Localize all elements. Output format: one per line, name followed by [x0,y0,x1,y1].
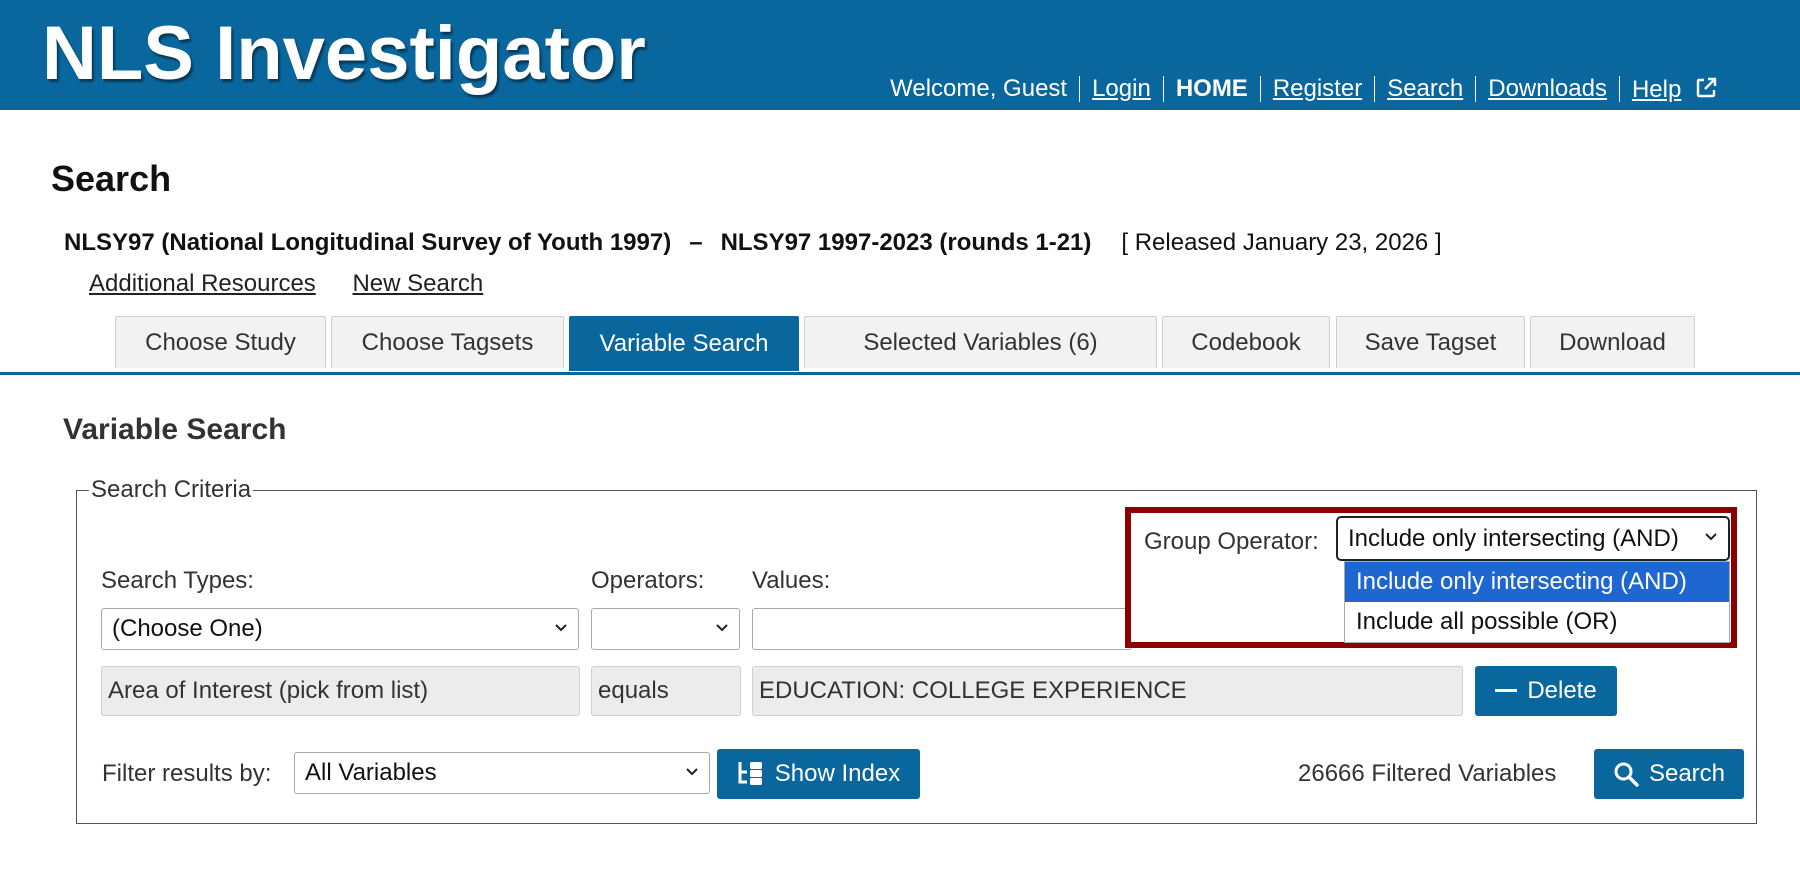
group-operator-dropdown: Include only intersecting (AND) Include … [1344,561,1730,643]
nav-help-item[interactable]: Help [1620,76,1730,103]
tab-variable-search[interactable]: Variable Search [569,316,799,371]
search-criteria-legend: Search Criteria [89,476,254,504]
group-operator-value: Include only intersecting (AND) [1348,524,1679,552]
new-search-link[interactable]: New Search [352,270,483,297]
nav-register[interactable]: Register [1261,76,1376,102]
release-date: [ Released January 23, 2026 ] [1121,229,1442,256]
additional-resources-link[interactable]: Additional Resources [89,270,316,297]
tab-choose-tagsets[interactable]: Choose Tagsets [331,316,564,368]
search-type-select[interactable]: (Choose One) [101,608,579,650]
option-or[interactable]: Include all possible (OR) [1345,602,1729,642]
operator-select[interactable] [591,608,740,650]
chevron-down-icon [686,768,698,776]
show-index-button[interactable]: Show Index [717,749,920,799]
group-operator-select[interactable]: Include only intersecting (AND) [1336,516,1730,561]
study-info: NLSY97 (National Longitudinal Survey of … [64,229,1442,257]
nav-help[interactable]: Help [1632,76,1681,103]
filter-value: All Variables [305,759,437,786]
tab-selected-variables[interactable]: Selected Variables (6) [804,316,1157,368]
criterion-value: EDUCATION: COLLEGE EXPERIENCE [752,666,1463,716]
study-separator: – [689,229,703,256]
search-button[interactable]: Search [1594,749,1744,799]
chevron-down-icon [716,624,728,632]
nav-home[interactable]: HOME [1164,76,1261,102]
tab-save-tagset[interactable]: Save Tagset [1336,316,1525,368]
show-index-label: Show Index [774,760,901,787]
welcome-text: Welcome, Guest [878,76,1081,102]
section-title: Variable Search [63,413,287,446]
tab-codebook[interactable]: Codebook [1162,316,1330,368]
external-link-icon [1696,77,1717,97]
values-label: Values: [752,567,831,594]
study-release: NLSY97 1997-2023 (rounds 1-21) [720,229,1092,256]
search-types-label: Search Types: [101,567,254,594]
nav-login[interactable]: Login [1080,76,1164,102]
page-title: Search [51,158,172,199]
delete-button-label: Delete [1527,677,1597,704]
values-input[interactable] [752,608,1132,650]
top-navigation: Welcome, Guest Login HOME Register Searc… [878,72,1730,106]
app-title: NLS Investigator [42,11,646,96]
nav-downloads[interactable]: Downloads [1476,76,1620,102]
study-name: NLSY97 (National Longitudinal Survey of … [64,229,672,256]
criterion-type: Area of Interest (pick from list) [101,666,580,716]
delete-button[interactable]: Delete [1475,666,1617,716]
filtered-count: 26666 Filtered Variables [1298,760,1557,787]
search-icon [1614,762,1639,787]
nav-search[interactable]: Search [1375,76,1477,102]
criterion-operator: equals [591,666,741,716]
chevron-down-icon [1705,533,1717,541]
option-and[interactable]: Include only intersecting (AND) [1345,562,1729,602]
tree-index-icon [738,762,762,785]
minus-icon [1495,689,1518,692]
filter-select[interactable]: All Variables [294,752,710,794]
search-type-value: (Choose One) [112,615,263,642]
tab-choose-study[interactable]: Choose Study [115,316,326,368]
search-button-label: Search [1648,760,1726,787]
group-operator-label: Group Operator: [1144,528,1319,555]
tab-download[interactable]: Download [1530,316,1695,368]
operators-label: Operators: [591,567,705,594]
filter-label: Filter results by: [102,760,272,787]
resource-links: Additional Resources New Search [89,270,513,298]
chevron-down-icon [555,624,567,632]
site-header: NLS Investigator Welcome, Guest Login HO… [0,0,1800,110]
tab-bar: Choose Study Choose Tagsets Variable Sea… [0,316,1800,375]
